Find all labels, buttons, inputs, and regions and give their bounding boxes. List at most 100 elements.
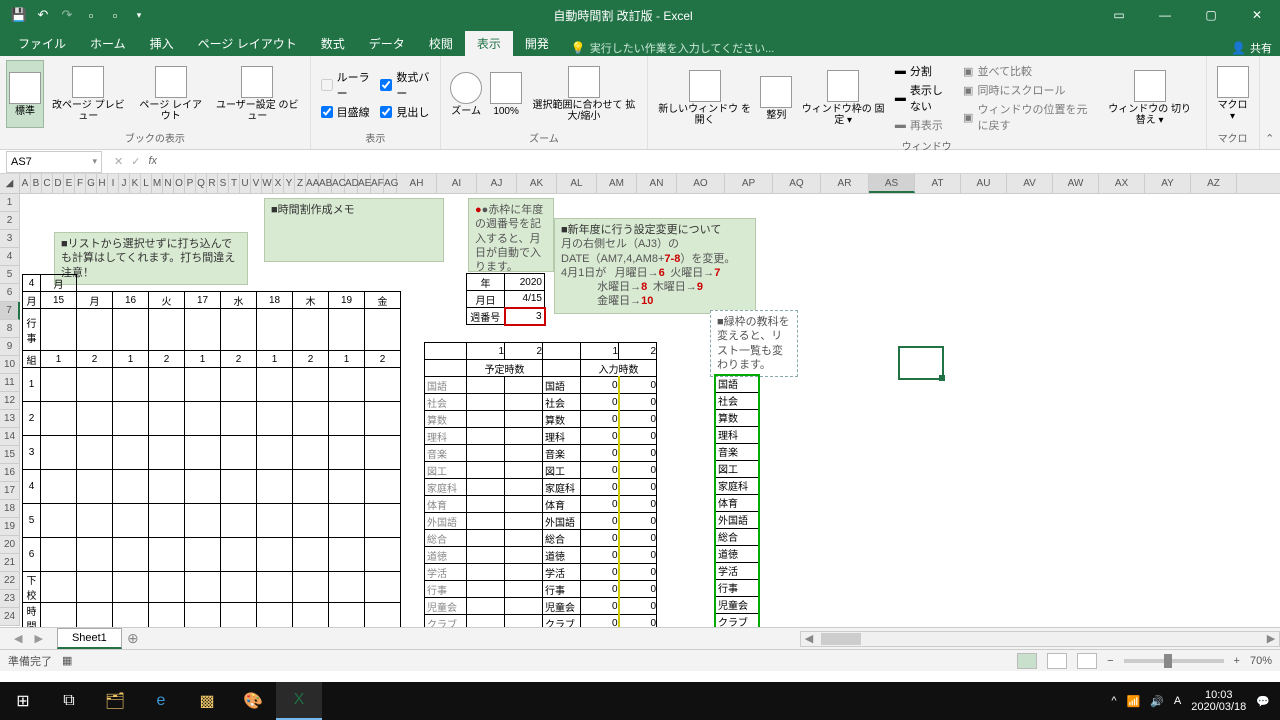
horizontal-scrollbar[interactable]: ◀▶ [800,631,1280,647]
col-header[interactable]: AF [371,174,384,193]
col-header[interactable]: AQ [773,174,821,193]
chk-gridlines[interactable]: 目盛線 [321,103,371,121]
view-pagebreak-button[interactable]: 改ページ プレビュー [46,60,131,128]
minimize-icon[interactable]: — [1142,0,1188,30]
col-header[interactable]: AV [1007,174,1053,193]
fx-icon[interactable]: fx [148,155,157,168]
col-header[interactable]: G [86,174,97,193]
row-header[interactable]: 2 [0,212,20,230]
col-header[interactable]: AS [869,174,915,193]
split-button[interactable]: ▬分割 [895,62,953,80]
col-header[interactable]: H [97,174,108,193]
col-header[interactable]: AX [1099,174,1145,193]
col-header[interactable]: P [185,174,196,193]
redo-icon[interactable]: ↷ [56,4,78,26]
col-header[interactable]: AJ [477,174,517,193]
col-header[interactable]: W [262,174,273,193]
schedule-table[interactable]: 4月月15月16火17水18木19金行事組1212121212123456下校時… [22,274,401,627]
zoom-in-button[interactable]: + [1234,655,1240,667]
formula-bar-input[interactable] [173,152,1280,172]
tab-data[interactable]: データ [357,31,417,56]
name-box[interactable]: AS7▾ [6,151,102,173]
col-header[interactable]: AH [397,174,437,193]
col-header[interactable]: V [251,174,262,193]
tray-notifications-icon[interactable]: 💬 [1256,695,1270,708]
row-header[interactable]: 21 [0,554,20,572]
col-header[interactable]: A [20,174,31,193]
col-header[interactable]: D [53,174,64,193]
tab-file[interactable]: ファイル [6,31,78,56]
row-header[interactable]: 16 [0,464,20,482]
row-header[interactable]: 17 [0,482,20,500]
row-header[interactable]: 10 [0,356,20,374]
sticky-notes-icon[interactable]: ▩ [184,682,230,720]
zoom-level[interactable]: 70% [1250,655,1272,667]
tab-layout[interactable]: ページ レイアウト [186,31,309,56]
maximize-icon[interactable]: ▢ [1188,0,1234,30]
row-header[interactable]: 23 [0,590,20,608]
zoom-out-button[interactable]: − [1107,655,1113,667]
zoom-100-button[interactable]: 100% [487,60,525,128]
chk-headings[interactable]: 見出し [380,103,430,121]
row-header[interactable]: 3 [0,230,20,248]
col-header[interactable]: U [240,174,251,193]
ie-icon[interactable]: e [138,682,184,720]
col-header[interactable]: C [42,174,53,193]
col-header[interactable]: AR [821,174,869,193]
view-normal-status[interactable] [1017,653,1037,669]
col-header[interactable]: L [141,174,152,193]
col-header[interactable]: AU [961,174,1007,193]
col-header[interactable]: AT [915,174,961,193]
row-header[interactable]: 12 [0,392,20,410]
col-header[interactable]: AW [1053,174,1099,193]
row-header[interactable]: 15 [0,446,20,464]
col-header[interactable]: R [207,174,218,193]
arrange-button[interactable]: 整列 [757,60,795,136]
col-header[interactable]: AM [597,174,637,193]
row-header[interactable]: 7 [0,302,20,320]
col-header[interactable]: N [163,174,174,193]
col-header[interactable]: AO [677,174,725,193]
subject-list-green[interactable]: 国語社会算数理科音楽図工家庭科体育外国語総合道徳学活行事児童会クラブ [714,374,760,627]
col-header[interactable]: I [108,174,119,193]
col-header[interactable]: F [75,174,86,193]
tray-network-icon[interactable]: 📶 [1126,695,1140,708]
chk-ruler[interactable]: ルーラー [321,68,371,102]
hide-button[interactable]: ▬表示しない [895,81,953,115]
col-header[interactable]: Q [196,174,207,193]
unhide-button[interactable]: ▬再表示 [895,116,953,134]
col-header[interactable]: X [273,174,284,193]
col-header[interactable]: E [64,174,75,193]
tab-home[interactable]: ホーム [78,31,138,56]
switch-window-button[interactable]: ウィンドウの 切り替え ▾ [1100,60,1200,136]
col-header[interactable]: AL [557,174,597,193]
col-header[interactable]: M [152,174,163,193]
col-header[interactable]: AY [1145,174,1191,193]
row-header[interactable]: 14 [0,428,20,446]
tray-ime-icon[interactable]: A [1174,695,1181,707]
collapse-ribbon-icon[interactable]: ⌃ [1260,56,1280,149]
row-header[interactable]: 8 [0,320,20,338]
undo-icon[interactable]: ↶ [32,4,54,26]
col-header[interactable]: AZ [1191,174,1237,193]
qat-icon-2[interactable]: ▫ [104,4,126,26]
zoom-selection-button[interactable]: 選択範囲に合わせて 拡大/縮小 [527,60,641,128]
tray-chevron-icon[interactable]: ^ [1111,695,1116,707]
row-header[interactable]: 24 [0,608,20,626]
excel-taskbar-icon[interactable]: X [276,682,322,720]
col-header[interactable]: AB [319,174,332,193]
row-header[interactable]: 22 [0,572,20,590]
col-header[interactable]: S [218,174,229,193]
col-header[interactable]: AP [725,174,773,193]
macro-record-icon[interactable]: ▦ [62,654,72,667]
view-normal-button[interactable]: 標準 [6,60,44,128]
row-header[interactable]: 20 [0,536,20,554]
col-header[interactable]: AD [345,174,358,193]
view-custom-button[interactable]: ユーザー設定 のビュー [211,60,304,128]
paint-icon[interactable]: 🎨 [230,682,276,720]
col-header[interactable]: T [229,174,240,193]
col-header[interactable]: O [174,174,185,193]
view-pagelayout-status[interactable] [1047,653,1067,669]
col-header[interactable]: AN [637,174,677,193]
col-header[interactable]: AI [437,174,477,193]
